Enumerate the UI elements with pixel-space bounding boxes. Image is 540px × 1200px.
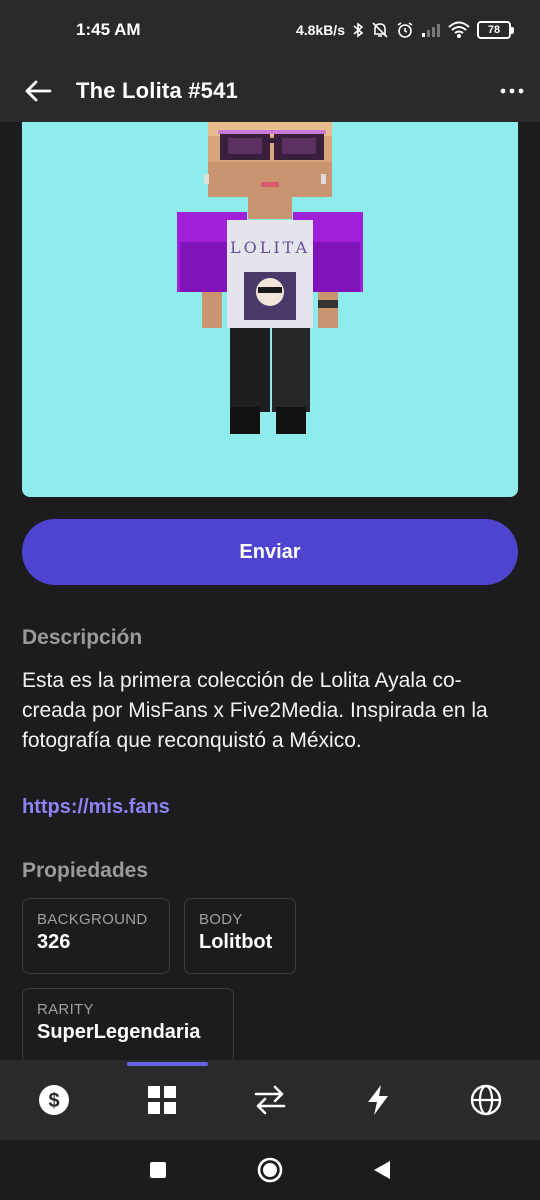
nav-item-activity[interactable]: [324, 1060, 432, 1140]
lightning-icon: [368, 1085, 388, 1115]
nav-item-swap[interactable]: [216, 1060, 324, 1140]
nft-image: LOLITA: [22, 122, 518, 497]
status-icons: 4.8kB/s 78: [296, 21, 514, 39]
property-value: Lolitbot: [199, 931, 273, 953]
system-navigation-bar: [0, 1140, 540, 1200]
globe-icon: [470, 1084, 502, 1116]
wifi-icon: [448, 21, 470, 39]
home-icon: [257, 1157, 283, 1183]
property-key: BODY: [199, 911, 243, 928]
back-button[interactable]: [0, 60, 76, 122]
system-back-button[interactable]: [326, 1160, 438, 1180]
detail-content[interactable]: LOLITA Enviar Descripción Esta es la pri…: [0, 122, 540, 1060]
network-speed: 4.8kB/s: [295, 22, 345, 38]
recents-icon: [150, 1162, 166, 1178]
voxel-character-illustration: LOLITA: [177, 122, 363, 434]
properties-title: Propiedades: [22, 859, 149, 882]
app-bar: The Lolita #541: [0, 60, 540, 122]
arrow-left-icon: [25, 80, 52, 102]
svg-text:$: $: [48, 1090, 59, 1112]
description-text: Esta es la primera colección de Lolita A…: [22, 669, 488, 752]
nav-item-browser[interactable]: [432, 1060, 540, 1140]
bottom-navigation: $: [0, 1060, 540, 1140]
external-link[interactable]: https://mis.fans: [22, 796, 170, 819]
shirt-text: LOLITA: [230, 238, 310, 257]
battery-level: 78: [477, 21, 511, 39]
active-tab-indicator: [127, 1062, 208, 1066]
home-button[interactable]: [214, 1156, 326, 1184]
status-bar: 1:45 AM 4.8kB/s 78: [0, 0, 540, 60]
back-icon: [374, 1161, 390, 1179]
swap-icon: [254, 1085, 286, 1115]
property-value: 326: [37, 931, 71, 953]
recents-button[interactable]: [102, 1161, 214, 1179]
property-value: SuperLegendaria: [37, 1021, 201, 1043]
more-horizontal-icon: [500, 88, 524, 94]
battery-icon: 78: [477, 21, 514, 39]
property-key: RARITY: [37, 1001, 94, 1018]
dollar-icon: $: [39, 1085, 69, 1115]
send-button[interactable]: Enviar: [22, 519, 518, 585]
bluetooth-icon: [352, 22, 364, 38]
alarm-icon: [396, 21, 414, 39]
status-time: 1:45 AM: [76, 20, 141, 39]
grid-icon: [148, 1086, 176, 1114]
nav-item-collection[interactable]: [108, 1060, 216, 1140]
more-options-button[interactable]: [484, 60, 540, 122]
property-key: BACKGROUND: [37, 911, 148, 928]
property-card-body[interactable]: BODY Lolitbot: [184, 898, 296, 974]
description-title: Descripción: [22, 626, 143, 649]
property-card-background[interactable]: BACKGROUND 326: [22, 898, 170, 974]
mute-bell-icon: [371, 21, 389, 39]
page-title: The Lolita #541: [76, 78, 238, 103]
signal-icon: [421, 22, 441, 38]
nav-item-wallet[interactable]: $: [0, 1060, 108, 1140]
property-card-rarity[interactable]: RARITY SuperLegendaria: [22, 988, 234, 1060]
